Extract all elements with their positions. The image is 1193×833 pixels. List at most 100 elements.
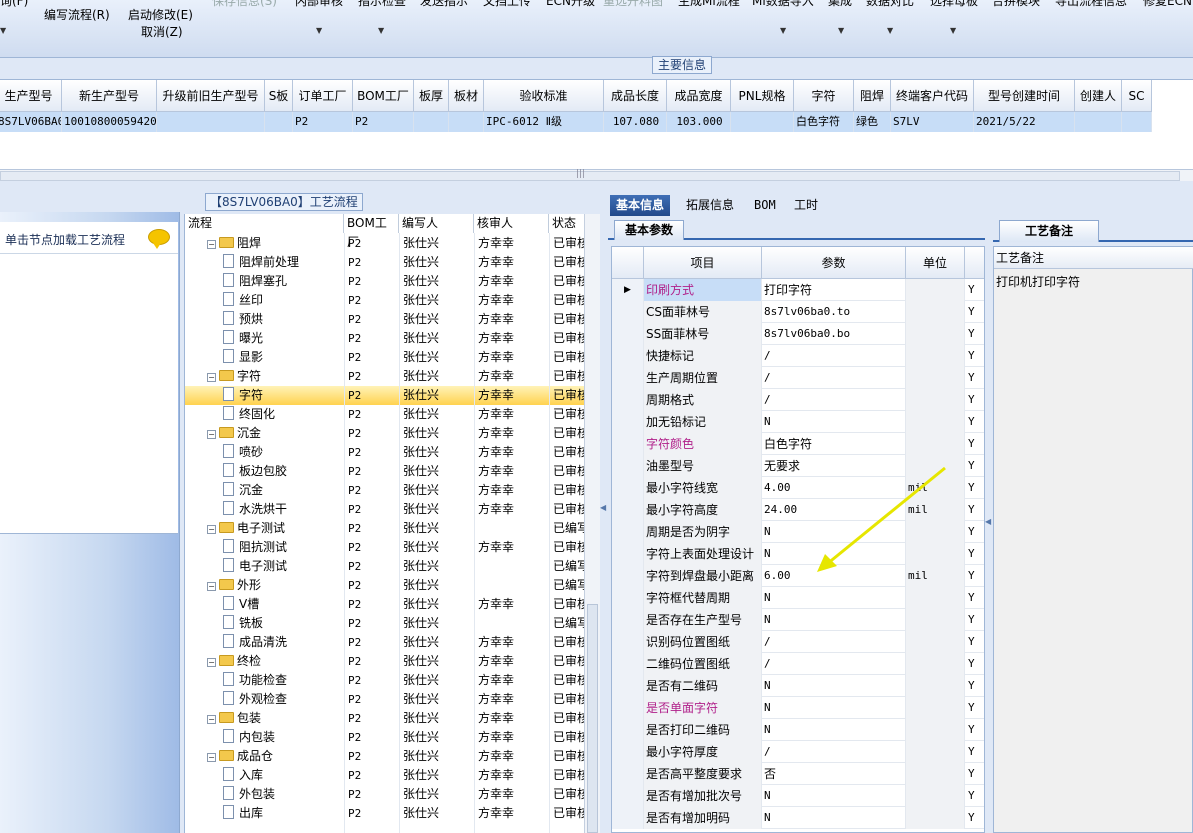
toolbar-button[interactable]: 重选开料图 [603,0,663,9]
param-row[interactable]: 最小字符厚度 / Y [612,741,984,763]
toolbar-button[interactable]: 数据对比 [866,0,914,9]
node-tree-area[interactable] [0,254,178,534]
tree-step-node[interactable]: V槽 P2 张仕兴 方幸幸 已审核 [185,595,584,614]
table-cell[interactable] [1075,112,1122,132]
param-flag[interactable]: Y [965,279,984,301]
tree-step-node[interactable]: 功能检查 P2 张仕兴 方幸幸 已审核 [185,671,584,690]
collapse-icon[interactable]: − [207,715,216,724]
chevron-down-icon[interactable]: ▼ [950,26,956,35]
param-flag[interactable]: Y [965,389,984,411]
column-header[interactable]: 状态 [549,214,584,233]
column-header[interactable]: BOM工厂 [353,80,414,112]
param-value[interactable]: 否 [762,763,906,785]
param-flag[interactable]: Y [965,697,984,719]
param-row[interactable]: 是否单面字符 N Y [612,697,984,719]
param-value[interactable]: N [762,785,906,807]
column-header[interactable]: 阻焊 [854,80,891,112]
column-header[interactable]: 订单工厂 [293,80,353,112]
tree-group-node[interactable]: − 包装 P2 张仕兴 方幸幸 已审核 [185,709,584,728]
param-flag[interactable]: Y [965,653,984,675]
toolbar-button[interactable]: 选择母板 [930,0,978,9]
param-flag[interactable]: Y [965,609,984,631]
param-value[interactable]: / [762,389,906,411]
table-cell[interactable]: 白色字符 [794,112,854,132]
param-flag[interactable]: Y [965,367,984,389]
table-cell[interactable]: P2 [353,112,414,132]
tree-group-node[interactable]: − 字符 P2 张仕兴 方幸幸 已审核 [185,367,584,386]
param-value[interactable]: N [762,807,906,829]
tree-step-node[interactable]: 成品清洗 P2 张仕兴 方幸幸 已审核 [185,633,584,652]
param-value[interactable]: / [762,631,906,653]
column-header[interactable]: 参数 [762,247,906,279]
scrollbar-thumb[interactable] [587,604,598,833]
column-header[interactable]: 验收标准 [484,80,604,112]
column-header[interactable]: 编写人 [399,214,474,233]
toolbar-button[interactable]: Mi数据导入 [752,0,814,9]
param-row[interactable]: 生产周期位置 / Y [612,367,984,389]
table-cell[interactable] [265,112,293,132]
param-flag[interactable]: Y [965,323,984,345]
param-flag[interactable]: Y [965,763,984,785]
tab-basic-info[interactable]: 基本信息 [610,195,671,216]
tree-group-node[interactable]: − 电子测试 P2 张仕兴 已编写 [185,519,584,538]
table-cell[interactable]: 107.080 [604,112,667,132]
param-row[interactable]: 字符框代替周期 N Y [612,587,984,609]
param-row[interactable]: 是否存在生产型号 N Y [612,609,984,631]
param-flag[interactable]: Y [965,433,984,455]
column-header[interactable]: BOM工厂 [344,214,399,249]
cancel-button[interactable]: 取消(Z) [141,23,183,40]
param-flag[interactable]: Y [965,455,984,477]
table-cell[interactable] [731,112,794,132]
tree-step-node[interactable]: 阻焊前处理 P2 张仕兴 方幸幸 已审核 [185,253,584,272]
tree-group-node[interactable]: − 沉金 P2 张仕兴 方幸幸 已审核 [185,424,584,443]
param-flag[interactable]: Y [965,499,984,521]
column-header[interactable]: 终端客户代码 [891,80,974,112]
param-row[interactable]: 是否有增加明码 N Y [612,807,984,829]
param-flag[interactable]: Y [965,543,984,565]
param-row[interactable]: CS面菲林号 8s7lv06ba0.to Y [612,301,984,323]
param-value[interactable]: 白色字符 [762,433,906,455]
tree-step-node[interactable]: 曝光 P2 张仕兴 方幸幸 已审核 [185,329,584,348]
tree-step-node[interactable]: 水洗烘干 P2 张仕兴 方幸幸 已审核 [185,500,584,519]
param-row[interactable]: 周期格式 / Y [612,389,984,411]
param-flag[interactable]: Y [965,345,984,367]
column-header[interactable]: S板 [265,80,293,112]
param-value[interactable]: / [762,367,906,389]
param-row[interactable]: 加无铅标记 N Y [612,411,984,433]
table-cell[interactable] [1122,112,1152,132]
main-info-data-row[interactable]: 8S7LV06BA0 10010800059420 P2 P2 IPC-6012 Ⅱ级 1… [0,112,1152,132]
tree-step-node[interactable]: 字符 P2 张仕兴 方幸幸 已审核 [185,386,584,405]
toolbar-button[interactable]: 指示检查 [358,0,406,9]
table-cell[interactable]: IPC-6012 Ⅱ级 [484,112,604,132]
tab-man-hours[interactable]: 工时 [788,195,824,216]
tree-step-node[interactable]: 外观检查 P2 张仕兴 方幸幸 已审核 [185,690,584,709]
column-header[interactable]: 成品宽度 [667,80,731,112]
tree-step-node[interactable]: 显影 P2 张仕兴 方幸幸 已审核 [185,348,584,367]
param-row[interactable]: 是否打印二维码 N Y [612,719,984,741]
param-value[interactable]: 8s7lv06ba0.bo [762,323,906,345]
chevron-down-icon[interactable]: ▼ [838,26,844,35]
horizontal-scrollbar[interactable]: ||| [0,169,1193,181]
param-row[interactable]: 二维码位置图纸 / Y [612,653,984,675]
tree-step-node[interactable]: 丝印 P2 张仕兴 方幸幸 已审核 [185,291,584,310]
param-flag[interactable]: Y [965,785,984,807]
param-flag[interactable]: Y [965,301,984,323]
param-row[interactable]: 字符颜色 白色字符 Y [612,433,984,455]
tab-process-note[interactable]: 工艺备注 [999,220,1100,242]
table-cell[interactable]: 10010800059420 [62,112,157,132]
tree-step-node[interactable]: 阻抗测试 P2 张仕兴 方幸幸 已审核 [185,538,584,557]
tree-step-node[interactable]: 沉金 P2 张仕兴 方幸幸 已审核 [185,481,584,500]
param-flag[interactable]: Y [965,631,984,653]
param-value[interactable]: N [762,675,906,697]
param-row[interactable]: ▶ 印刷方式 打印字符 Y [612,279,984,301]
column-header[interactable]: 成品长度 [604,80,667,112]
collapse-icon[interactable]: − [207,582,216,591]
tree-group-node[interactable]: − 成品仓 P2 张仕兴 方幸幸 已审核 [185,747,584,766]
column-header[interactable]: SC [1122,80,1152,112]
column-header[interactable]: 流程 [185,214,344,233]
tree-step-node[interactable]: 预烘 P2 张仕兴 方幸幸 已审核 [185,310,584,329]
param-flag[interactable]: Y [965,521,984,543]
toolbar-button[interactable]: 生成Mi流程 [678,0,740,9]
column-header[interactable]: 字符 [794,80,854,112]
toolbar-button[interactable]: 导出流程信息 [1055,0,1127,9]
